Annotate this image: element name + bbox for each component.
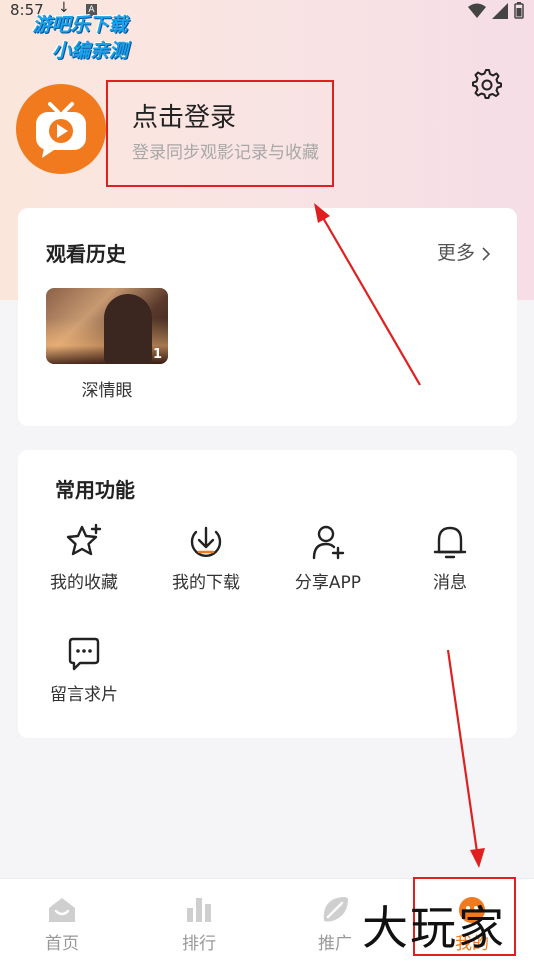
arrow-head-profile (470, 848, 485, 868)
watermark-line1: 游吧乐下载 (32, 14, 128, 36)
history-title: 观看历史 (46, 242, 126, 266)
tab-promote-label: 推广 (318, 934, 352, 954)
ranking-icon (164, 895, 234, 925)
tv-logo-icon (30, 98, 92, 160)
favorites-label: 我的收藏 (50, 573, 118, 593)
episode-badge: 1 (152, 347, 162, 362)
tab-promote[interactable]: 推广 (300, 895, 370, 954)
signal-icon (492, 2, 508, 19)
gear-icon (471, 68, 503, 100)
tab-home[interactable]: 首页 (27, 895, 97, 954)
wifi-icon (468, 3, 486, 19)
tab-ranking-label: 排行 (182, 934, 216, 954)
tab-ranking[interactable]: 排行 (164, 895, 234, 954)
share-user-icon (273, 522, 383, 562)
history-thumbnail[interactable]: 1 (46, 288, 168, 364)
login-title[interactable]: 点击登录 (132, 100, 319, 136)
watermark-line2: 小编亲测 (51, 40, 128, 62)
share-app-label: 分享APP (294, 573, 362, 593)
watermark-bottom: 大玩家 (362, 901, 506, 955)
bell-icon (395, 522, 505, 562)
share-app-button[interactable]: 分享APP (273, 522, 383, 593)
star-icon (29, 522, 139, 562)
tab-home-label: 首页 (45, 934, 79, 954)
download-icon (151, 522, 261, 562)
home-icon (27, 895, 97, 925)
history-item-title[interactable]: 深情眼 (46, 376, 168, 401)
chevron-right-icon (481, 246, 491, 262)
functions-title: 常用功能 (55, 478, 135, 502)
message-icon (29, 634, 139, 674)
battery-icon (514, 2, 524, 19)
login-subtitle: 登录同步观影记录与收藏 (132, 143, 319, 163)
history-card: 观看历史 更多 1 深情眼 (18, 208, 517, 426)
downloads-label: 我的下载 (172, 573, 240, 593)
thumbnail-figure (104, 294, 152, 364)
history-more-link[interactable]: 更多 (437, 238, 491, 265)
messages-button[interactable]: 消息 (395, 522, 505, 593)
status-icons (468, 2, 524, 19)
request-movie-button[interactable]: 留言求片 (29, 634, 139, 705)
downloads-button[interactable]: 我的下载 (151, 522, 261, 593)
avatar[interactable] (16, 84, 106, 174)
messages-label: 消息 (433, 573, 467, 593)
login-block[interactable]: 点击登录 登录同步观影记录与收藏 (132, 100, 319, 163)
promote-icon (300, 895, 370, 925)
request-movie-label: 留言求片 (50, 685, 118, 705)
settings-button[interactable] (470, 67, 504, 101)
functions-card: 常用功能 我的收藏 我的下载 分享APP 消息 留言求片 (18, 450, 517, 738)
watermark-top: 游吧乐下载 小编亲测 (10, 12, 150, 64)
favorites-button[interactable]: 我的收藏 (29, 522, 139, 593)
more-label: 更多 (436, 242, 475, 264)
